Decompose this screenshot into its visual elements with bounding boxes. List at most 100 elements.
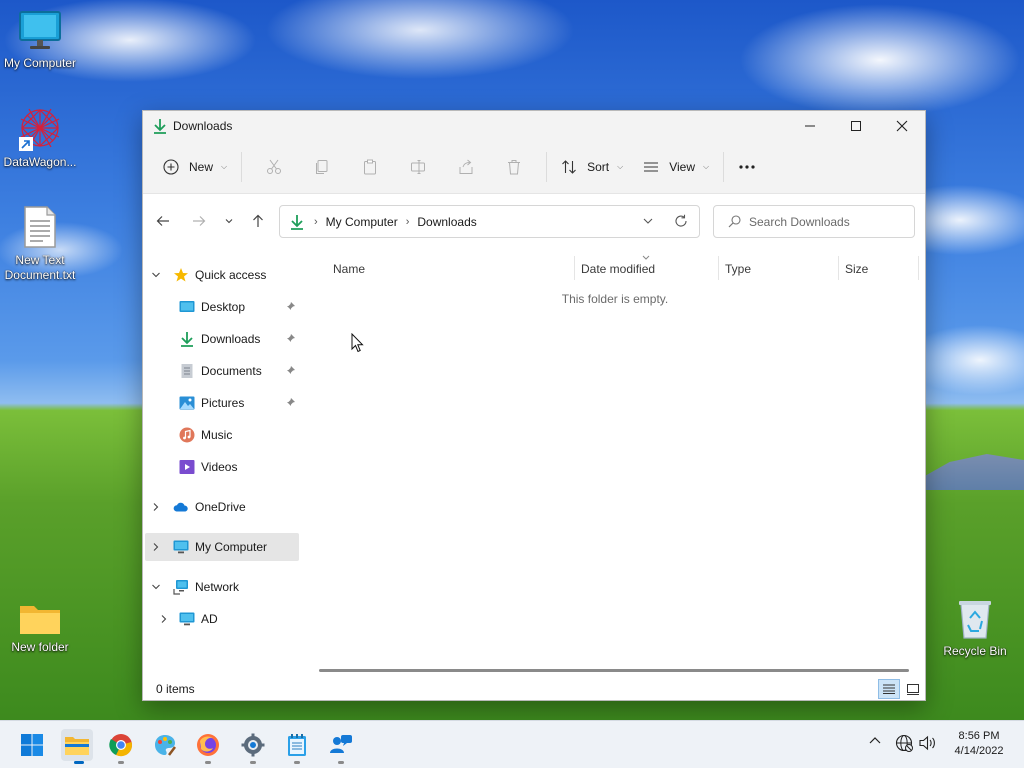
- nav-item-documents[interactable]: Documents: [179, 357, 303, 385]
- taskbar-chrome[interactable]: [105, 729, 137, 761]
- minimize-icon: [805, 125, 815, 127]
- close-button[interactable]: [879, 111, 925, 141]
- minimize-button[interactable]: [787, 111, 833, 141]
- nav-label: Downloads: [201, 332, 261, 346]
- cut-button[interactable]: [250, 151, 298, 183]
- tiles-view-icon: [907, 683, 919, 695]
- chevron-right-icon[interactable]: [159, 614, 171, 624]
- column-divider[interactable]: [574, 256, 575, 280]
- column-header-type[interactable]: Type: [725, 256, 751, 282]
- taskbar-firefox[interactable]: [192, 729, 224, 761]
- desktop-icon-new-folder[interactable]: New folder: [0, 600, 80, 655]
- toolbar-divider: [241, 152, 243, 182]
- nav-item-videos[interactable]: Videos: [179, 453, 237, 481]
- taskbar-settings[interactable]: [237, 729, 269, 761]
- breadcrumb-my-computer[interactable]: My Computer: [326, 215, 398, 229]
- column-header-name[interactable]: Name: [333, 256, 365, 282]
- start-button[interactable]: [16, 729, 48, 761]
- column-divider[interactable]: [718, 256, 719, 280]
- details-view-button[interactable]: [878, 679, 900, 699]
- copy-button[interactable]: [298, 151, 346, 183]
- file-list[interactable]: Name Date modified Type Size This folder…: [303, 248, 925, 678]
- breadcrumb-separator-icon: ›: [314, 215, 318, 228]
- column-header-date-modified[interactable]: Date modified: [581, 256, 655, 282]
- taskbar-chat[interactable]: [325, 729, 357, 761]
- chevron-right-icon[interactable]: [151, 542, 163, 552]
- forward-button[interactable]: [187, 209, 211, 233]
- taskbar-file-explorer[interactable]: [61, 729, 93, 761]
- chevron-down-icon[interactable]: [151, 582, 163, 592]
- column-header-size[interactable]: Size: [845, 256, 868, 282]
- globe-icon: [895, 734, 913, 752]
- desktop-icon-my-computer[interactable]: My Computer: [0, 10, 80, 71]
- more-options-button[interactable]: [732, 151, 762, 183]
- nav-item-desktop[interactable]: Desktop: [179, 293, 303, 321]
- nav-my-computer[interactable]: My Computer: [145, 533, 299, 561]
- nav-network[interactable]: Network: [151, 573, 239, 601]
- search-input[interactable]: Search Downloads: [713, 205, 915, 238]
- arrow-up-icon: [253, 214, 263, 227]
- column-divider[interactable]: [838, 256, 839, 280]
- delete-button[interactable]: [490, 151, 538, 183]
- nav-item-music[interactable]: Music: [179, 421, 232, 449]
- taskbar-notepad[interactable]: [281, 729, 313, 761]
- windows-logo-icon: [21, 734, 43, 756]
- nav-ad[interactable]: AD: [159, 605, 218, 633]
- rename-button[interactable]: [394, 151, 442, 183]
- item-count: 0 items: [156, 682, 195, 696]
- view-button[interactable]: View ⌵: [637, 151, 715, 183]
- tiles-view-button[interactable]: [903, 679, 923, 699]
- address-dropdown-button[interactable]: [642, 215, 654, 227]
- nav-quick-access[interactable]: Quick access: [151, 261, 266, 289]
- paste-icon: [364, 159, 377, 175]
- status-bar: 0 items: [143, 677, 925, 701]
- copy-icon: [316, 160, 328, 174]
- search-placeholder: Search Downloads: [749, 214, 850, 229]
- breadcrumb-separator-icon: ›: [405, 215, 410, 228]
- refresh-button[interactable]: [674, 214, 688, 228]
- details-view-icon: [883, 684, 895, 694]
- address-bar[interactable]: › My Computer › Downloads: [279, 205, 700, 238]
- nav-item-pictures[interactable]: Pictures: [179, 389, 303, 417]
- chevron-down-icon: ⌵: [221, 162, 228, 171]
- chrome-icon: [109, 734, 132, 757]
- network-status-button[interactable]: [895, 734, 913, 752]
- up-button[interactable]: [246, 209, 270, 233]
- nav-item-downloads[interactable]: Downloads: [179, 325, 303, 353]
- desktop-icon-new-text-document[interactable]: New Text Document.txt: [0, 205, 80, 283]
- new-button[interactable]: New ⌵: [157, 151, 233, 183]
- breadcrumb-downloads[interactable]: Downloads: [417, 215, 476, 229]
- nav-label: Documents: [201, 364, 262, 378]
- star-icon: [173, 267, 189, 283]
- mouse-cursor-icon: [351, 332, 365, 356]
- title-bar[interactable]: Downloads: [143, 111, 925, 141]
- running-app-indicator: [118, 761, 124, 764]
- nav-onedrive[interactable]: OneDrive: [151, 493, 246, 521]
- speaker-icon: [919, 735, 935, 751]
- share-button[interactable]: [442, 151, 490, 183]
- scissors-icon: [267, 159, 282, 174]
- horizontal-scrollbar[interactable]: [319, 669, 909, 672]
- view-icon: [644, 162, 659, 172]
- desktop-icon-label: New folder: [11, 640, 69, 654]
- desktop-icon-recycle-bin[interactable]: Recycle Bin: [935, 598, 1015, 659]
- running-app-indicator: [338, 761, 344, 764]
- paste-button[interactable]: [346, 151, 394, 183]
- datawagon-icon: [17, 105, 63, 151]
- taskbar-clock[interactable]: 8:56 PM 4/14/2022: [944, 729, 1014, 759]
- volume-button[interactable]: [919, 735, 937, 751]
- taskbar-paint[interactable]: [149, 729, 181, 761]
- back-button[interactable]: [151, 209, 175, 233]
- window-title: Downloads: [173, 119, 233, 133]
- nav-label: Quick access: [195, 268, 267, 282]
- chevron-down-icon[interactable]: [151, 270, 163, 280]
- sort-button[interactable]: Sort ⌵: [555, 151, 629, 183]
- chevron-right-icon[interactable]: [151, 502, 163, 512]
- maximize-button[interactable]: [833, 111, 879, 141]
- desktop-icon-datawagon[interactable]: DataWagon...: [0, 105, 80, 170]
- column-divider[interactable]: [918, 256, 919, 280]
- chat-users-icon: [330, 735, 352, 753]
- recent-locations-button[interactable]: [217, 209, 241, 233]
- nav-label: Desktop: [201, 300, 246, 314]
- show-hidden-icons-button[interactable]: [868, 735, 882, 745]
